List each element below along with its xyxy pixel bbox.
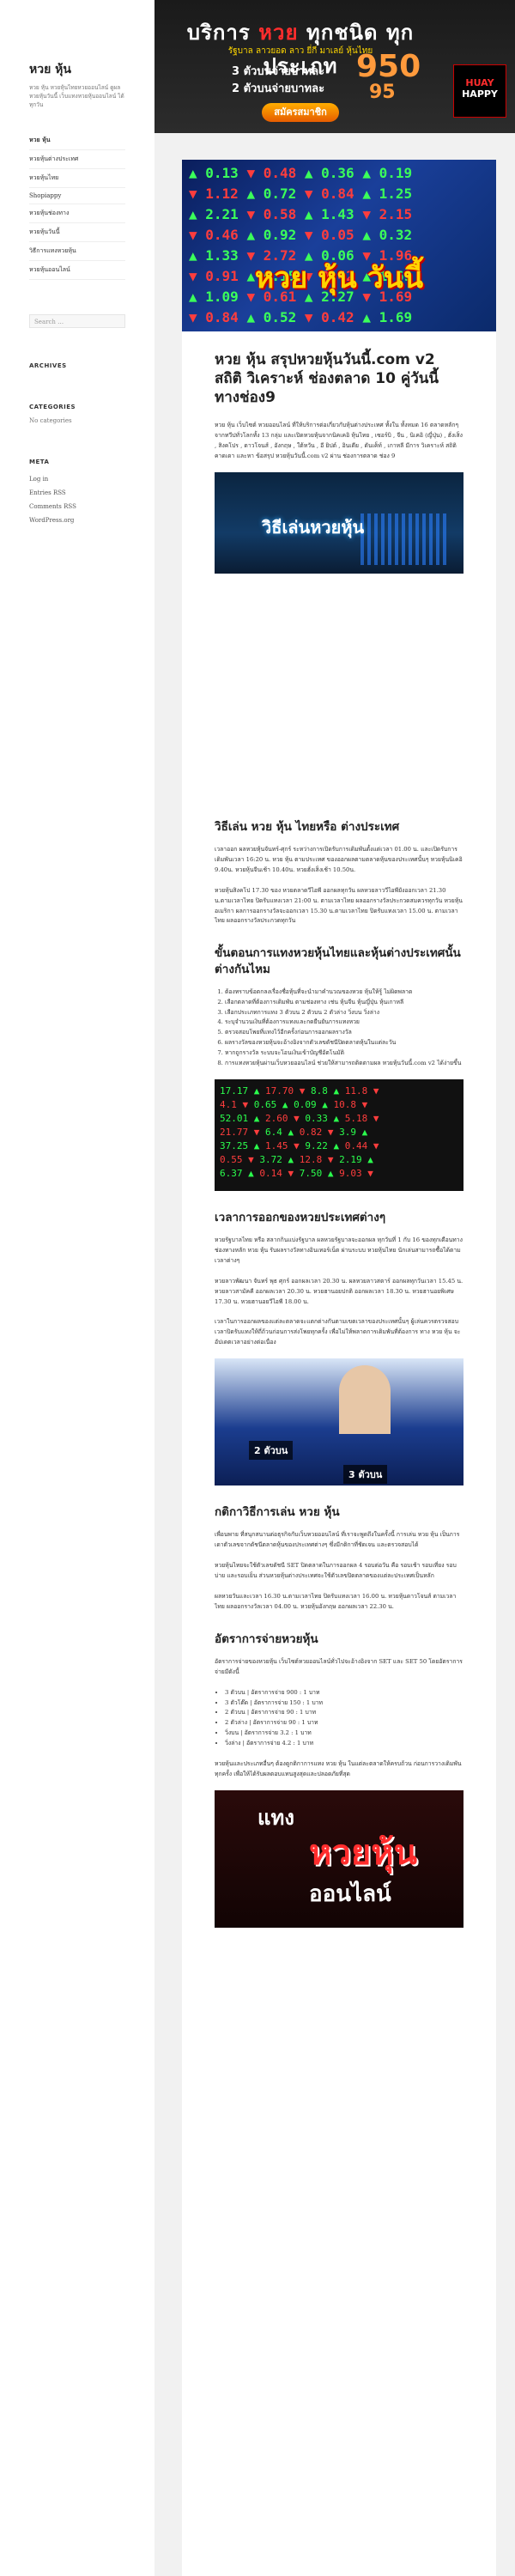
section-heading-play: วิธีเล่น หวย หุ้น ไทยหรือ ต่างประเทศ xyxy=(215,819,400,834)
rate-item: 3 ตัวโต๊ด | อัตราการจ่าย 150 : 1 บาท xyxy=(225,1698,464,1709)
chart-bars-graphic xyxy=(360,513,446,565)
list-item: หากถูกรางวัล ระบบจะโอนเงินเข้าบัญชีอัตโน… xyxy=(225,1048,464,1059)
no-categories-text: No categories xyxy=(29,417,72,425)
steps-list: ต้องทราบข้อตกลงเรื่องชื่อหุ้นที่จะนำมาคำ… xyxy=(215,987,464,1069)
ad-banner[interactable]: บริการ หวย ทุกชนิด ทุกประเภท รัฐบาล ลาวย… xyxy=(154,0,515,133)
article: ▲ 0.13 ▼ 0.48 ▲ 0.36 ▲ 0.19 ▼ 1.12 ▲ 0.7… xyxy=(182,160,496,2576)
entry-content: หวย หุ้น สรุปหวยหุ้นวันนี้.com v2 สถิติ … xyxy=(182,331,496,1928)
section-heading-times: เวลาการออกของหวยประเทศต่างๆ xyxy=(215,1210,386,1224)
list-item: ระบุจำนวนเงินที่ต้องการแทงและกดยืนยันการ… xyxy=(225,1018,464,1028)
presenter-figure xyxy=(339,1365,391,1435)
rates-list: 3 ตัวบน | อัตราการจ่าย 900 : 1 บาท 3 ตัว… xyxy=(215,1688,464,1749)
two-top-caption: 2 ตัวบน xyxy=(249,1441,294,1461)
rate-item: วิ่งบน | อัตราการจ่าย 3.2 : 1 บาท xyxy=(225,1728,464,1739)
article-title: หวย หุ้น สรุปหวยหุ้นวันนี้.com v2 สถิติ … xyxy=(215,351,439,407)
banner-title-b: หวย xyxy=(258,21,299,45)
site-title[interactable]: หวย หุ้น xyxy=(29,60,125,79)
rules-paragraph-2: หวยหุ้นไทยจะใช้ตัวเลขดัชนี SET ปิดตลาดใน… xyxy=(215,1562,457,1579)
section-heading-steps: ขั้นตอนการแทงหวยหุ้นไทยและหุ้นต่างประเทศ… xyxy=(215,946,461,976)
menu-item[interactable]: หวยหุ้นต่างประเทศ xyxy=(29,150,125,170)
three-top-caption: 3 ตัวบน xyxy=(343,1465,388,1485)
intro-paragraph: หวย หุ้น เว็บไซต์ หวยออนไลน์ ที่ให้บริกา… xyxy=(215,422,463,459)
meta-links: Log in Entries RSS Comments RSS WordPres… xyxy=(29,472,125,527)
stock-board-graphic: 17.17 ▲ 17.70 ▼ 8.8 ▲ 11.8 ▼ 4.1 ▼ 0.65 … xyxy=(220,1084,379,1179)
banner-rate-3top: 3 ตัวบนจ่ายบาทละ xyxy=(232,65,325,78)
archives-heading: ARCHIVES xyxy=(29,362,67,370)
meta-heading: META xyxy=(29,459,50,466)
rates-paragraph: อัตราการจ่ายของหวยหุ้น เว็บไซต์หวยออนไลน… xyxy=(215,1657,463,1675)
comments-rss-link[interactable]: Comments RSS xyxy=(29,500,125,513)
play-paragraph-2: หวยหุ้นสิงคโป 17.30 ของ หวยตลาดวีไอพี ออ… xyxy=(215,886,463,925)
menu-item[interactable]: วิธีการแทงหวยหุ้น xyxy=(29,242,125,262)
list-item: ตรวจสอบโพยที่แทงไว้อีกครั้งก่อนการออกผลร… xyxy=(225,1028,464,1038)
entries-rss-link[interactable]: Entries RSS xyxy=(29,486,125,500)
main-menu: หวย หุ้น หวยหุ้นต่างประเทศ หวยหุ้นไทย Sh… xyxy=(29,131,125,281)
news-broadcast-image: 2 ตัวบน 3 ตัวบน xyxy=(215,1358,464,1486)
menu-item[interactable]: หวยหุ้นวันนี้ xyxy=(29,223,125,243)
menu-item[interactable]: หวย หุ้น xyxy=(29,131,125,151)
img4-text-2: หวยหุ้น xyxy=(309,1832,417,1873)
list-item: การแทงหวยหุ้นผ่านเว็บหวยออนไลน์ ช่วยให้ส… xyxy=(225,1059,464,1069)
list-item: ผลรางวัลของหวยหุ้นจะอ้างอิงจากตัวเลขดัชน… xyxy=(225,1038,464,1048)
list-item: ต้องทราบข้อตกลงเรื่องชื่อหุ้นที่จะนำมาคำ… xyxy=(225,987,464,998)
login-link[interactable]: Log in xyxy=(29,472,125,486)
hero-image: ▲ 0.13 ▼ 0.48 ▲ 0.36 ▲ 0.19 ▼ 1.12 ▲ 0.7… xyxy=(182,160,496,331)
times-paragraph-3: เวลาในการออกผลของแต่ละตลาดจะแตกต่างกันตา… xyxy=(215,1318,461,1346)
section-heading-rules: กติกาวิธีการเล่น หวย หุ้น xyxy=(215,1505,340,1520)
banner-big-rate: 950 xyxy=(356,49,421,84)
categories-heading: CATEGORIES xyxy=(29,404,76,411)
how-to-play-image: วิธีเล่นหวยหุ้น xyxy=(215,471,464,574)
search-input[interactable]: Search … xyxy=(29,314,125,329)
site-description: หวย หุ้น หวยหุ้นไทยหวยออนไลน์ ดูผลหวยหุ้… xyxy=(29,84,124,108)
blank-space xyxy=(215,586,464,800)
banner-title-a: บริการ xyxy=(186,21,251,45)
stock-board-image: 17.17 ▲ 17.70 ▼ 8.8 ▲ 11.8 ▼ 4.1 ▼ 0.65 … xyxy=(215,1078,464,1191)
sidebar: หวย หุ้น หวย หุ้น หวยหุ้นไทยหวยออนไลน์ ด… xyxy=(0,0,154,2576)
list-item: เลือกตลาดที่ต้องการเดิมพัน ตามช่องทาง เช… xyxy=(225,998,464,1008)
banner-small-rate: 95 xyxy=(369,82,396,103)
online-betting-image: แทง หวยหุ้น ออนไลน์ xyxy=(215,1789,464,1928)
final-paragraph: หวยหุ้นและประเภทอื่นๆ ต้องดูกติกาการแทง … xyxy=(215,1760,462,1777)
times-paragraph-2: หวยลาวพัฒนา จันทร์ พุธ ศุกร์ ออกผลเวลา 2… xyxy=(215,1277,464,1305)
play-paragraph-1: เวลาออก ผลหวยหุ้นจันทร์-ศุกร์ ระหว่างการ… xyxy=(215,846,463,873)
list-item: เลือกประเภทการแทง 3 ตัวบน 2 ตัวบน 2 ตัวล… xyxy=(225,1008,464,1018)
stock-ticker-graphic: ▲ 0.13 ▼ 0.48 ▲ 0.36 ▲ 0.19 ▼ 1.12 ▲ 0.7… xyxy=(189,165,413,325)
logo-word-2: HAPPY xyxy=(462,88,498,100)
rate-item: 2 ตัวบน | อัตราการจ่าย 90 : 1 บาท xyxy=(225,1708,464,1718)
hero-caption: หวย หุ้น วันนี้ xyxy=(254,261,424,295)
menu-item[interactable]: หวยหุ้นไทย xyxy=(29,169,125,189)
times-paragraph-1: หวยรัฐบาลไทย หรือ สลากกินแบ่งรัฐบาล ผลหว… xyxy=(215,1236,463,1264)
logo-word-1: HUAY xyxy=(465,77,494,88)
wordpress-link[interactable]: WordPress.org xyxy=(29,513,125,527)
signup-button[interactable]: สมัครสมาชิก xyxy=(262,103,339,122)
how-to-play-caption: วิธีเล่นหวยหุ้น xyxy=(262,516,365,538)
rules-paragraph-3: ผลหวยวันและเวลา 16.30 น.ตามเวลาไทย ปิดรั… xyxy=(215,1592,457,1610)
menu-item[interactable]: หวยหุ้นออนไลน์ xyxy=(29,261,125,281)
rate-item: 3 ตัวบน | อัตราการจ่าย 900 : 1 บาท xyxy=(225,1688,464,1698)
menu-item[interactable]: หวยหุ้นช่องทาง xyxy=(29,204,125,224)
menu-item[interactable]: Shopiappy xyxy=(29,188,125,205)
rules-paragraph-1: เพื่อนพาย ที่สนุกสนานต่อธุรกิจกับเว็บหวย… xyxy=(215,1531,460,1549)
img4-text-1: แทง xyxy=(258,1805,295,1830)
img4-text-3: ออนไลน์ xyxy=(309,1880,391,1907)
huay-happy-logo[interactable]: HUAY HAPPY xyxy=(453,64,506,118)
rate-item: วิ่งล่าง | อัตราการจ่าย 4.2 : 1 บาท xyxy=(225,1739,464,1749)
banner-rate-2top: 2 ตัวบนจ่ายบาทละ xyxy=(232,82,325,95)
section-heading-rates: อัตราการจ่ายหวยหุ้น xyxy=(215,1631,318,1646)
rate-item: 2 ตัวล่าง | อัตราการจ่าย 90 : 1 บาท xyxy=(225,1718,464,1728)
